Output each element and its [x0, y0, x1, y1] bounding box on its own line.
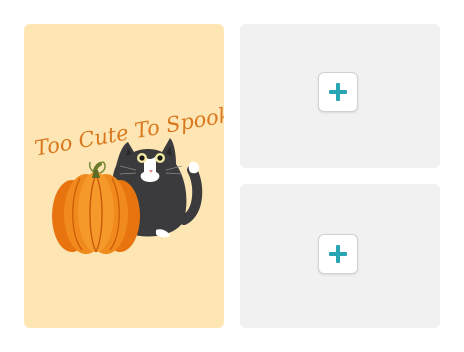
- plus-icon: [329, 245, 347, 263]
- main-photo-card[interactable]: Too Cute To Spook: [24, 24, 224, 328]
- add-photo-button[interactable]: [318, 234, 358, 274]
- cat-pumpkin-illustration: Too Cute To Spook: [33, 102, 224, 254]
- add-photo-button[interactable]: [318, 72, 358, 112]
- empty-photo-slot[interactable]: [240, 24, 440, 168]
- plus-icon: [329, 83, 347, 101]
- photo-grid: Too Cute To Spook: [0, 0, 464, 352]
- empty-photo-slot[interactable]: [240, 184, 440, 328]
